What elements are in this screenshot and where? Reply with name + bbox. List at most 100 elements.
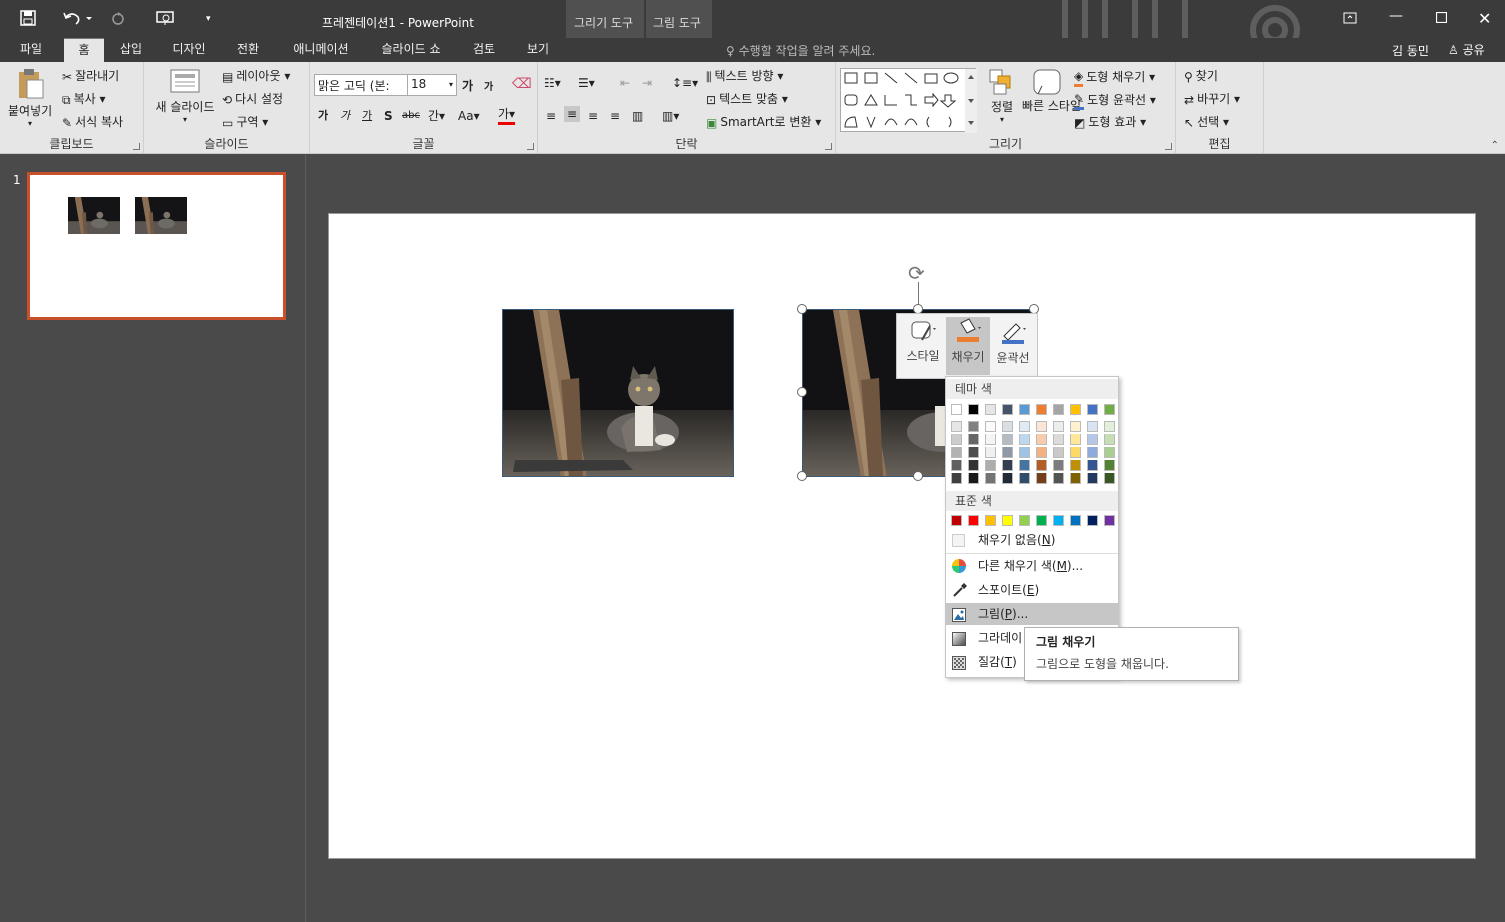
theme-color-variant-swatch[interactable] [1053,434,1064,445]
shape-outline-button[interactable]: ✎ 도형 윤곽선 ▾ [1074,91,1156,110]
theme-color-variant-swatch[interactable] [985,434,996,445]
standard-color-swatch[interactable] [968,515,979,526]
tab-design[interactable]: 디자인 [162,38,216,62]
theme-color-variant-swatch[interactable] [985,447,996,458]
paste-button[interactable]: 붙여넣기 ▾ [8,68,52,128]
theme-color-variant-swatch[interactable] [1036,421,1047,432]
theme-color-variant-swatch[interactable] [1104,473,1115,484]
quick-styles-button[interactable]: 빠른 스타일 [1022,68,1081,113]
standard-color-swatch[interactable] [951,515,962,526]
font-color-button[interactable]: 가▾ [498,106,516,125]
standard-color-swatch[interactable] [1036,515,1047,526]
theme-color-variant-swatch[interactable] [1104,434,1115,445]
standard-color-swatch[interactable] [1053,515,1064,526]
tell-me-box[interactable]: ♀ 수행할 작업을 알려 주세요. [726,42,875,59]
shapes-gallery[interactable] [840,68,977,133]
cut-button[interactable]: ✂ 잘라내기 [62,68,119,85]
bold-button[interactable]: 가 [318,108,328,124]
theme-color-variant-swatch[interactable] [1104,447,1115,458]
slide-thumbnail[interactable] [27,172,286,320]
theme-color-variant-swatch[interactable] [1002,473,1013,484]
standard-color-swatch[interactable] [1019,515,1030,526]
tab-view[interactable]: 보기 [516,38,560,62]
mini-outline-button[interactable]: 윤곽선 [991,318,1035,374]
theme-color-variant-swatch[interactable] [1053,421,1064,432]
theme-color-variant-swatch[interactable] [1002,447,1013,458]
dialog-launcher-icon[interactable] [1165,143,1172,150]
theme-color-variant-swatch[interactable] [985,473,996,484]
theme-color-variant-swatch[interactable] [1019,434,1030,445]
theme-color-variant-swatch[interactable] [968,434,979,445]
replace-button[interactable]: ⇄ 바꾸기 ▾ [1184,91,1240,108]
numbering-button[interactable]: ☰▾ [578,75,595,91]
select-button[interactable]: ↖ 선택 ▾ [1184,114,1229,131]
customize-qat-icon[interactable]: ▾ [206,14,211,24]
theme-color-variant-swatch[interactable] [1104,460,1115,471]
dialog-launcher-icon[interactable] [527,143,534,150]
reset-button[interactable]: ⟲ 다시 설정 [222,91,283,108]
theme-color-variant-swatch[interactable] [968,460,979,471]
theme-color-variant-swatch[interactable] [1019,421,1030,432]
theme-color-variant-swatch[interactable] [1036,460,1047,471]
theme-color-variant-swatch[interactable] [968,447,979,458]
theme-color-variant-swatch[interactable] [951,434,962,445]
align-left-icon[interactable]: ≡ [546,108,556,124]
new-slide-button[interactable]: 새 슬라이드 ▾ [150,68,220,124]
theme-color-variant-swatch[interactable] [1070,434,1081,445]
arrange-button[interactable]: 정렬 ▾ [984,68,1020,124]
resize-handle[interactable] [797,387,807,397]
grow-font-button[interactable]: 가 [462,78,473,94]
align-text-button[interactable]: ⊡ 텍스트 맞춤 ▾ [706,91,788,108]
more-fill-colors-item[interactable]: 다른 채우기 색(M)... [946,555,1118,577]
font-name-combo[interactable]: 맑은 고딕 (본: [314,74,408,96]
no-fill-item[interactable]: 채우기 없음(N) [946,529,1118,551]
theme-color-variant-swatch[interactable] [1053,447,1064,458]
theme-color-variant-swatch[interactable] [1002,421,1013,432]
standard-color-swatch[interactable] [1002,515,1013,526]
tab-file[interactable]: 파일 [8,38,54,62]
theme-color-variant-swatch[interactable] [1036,447,1047,458]
theme-color-variant-swatch[interactable] [1053,460,1064,471]
mini-fill-button[interactable]: 채우기 [946,317,990,375]
theme-color-variant-swatch[interactable] [968,421,979,432]
bullets-button[interactable]: ☷▾ [544,75,561,91]
close-icon[interactable]: ✕ [1478,9,1491,28]
italic-button[interactable]: 가 [340,108,350,124]
shadow-button[interactable]: S [384,108,393,124]
tab-review[interactable]: 검토 [462,38,506,62]
find-button[interactable]: ⚲ 찾기 [1184,68,1218,85]
save-icon[interactable] [20,10,36,29]
decrease-indent-icon[interactable]: ⇤ [620,75,630,91]
tab-home[interactable]: 홈 [64,38,104,62]
user-name[interactable]: 김 동민 [1392,42,1429,59]
theme-color-variant-swatch[interactable] [1070,460,1081,471]
standard-color-swatch[interactable] [1070,515,1081,526]
theme-color-swatch[interactable] [1036,404,1047,415]
theme-color-variant-swatch[interactable] [1087,473,1098,484]
text-direction-button[interactable]: ⫼ 텍스트 방향 ▾ [706,68,783,85]
theme-color-swatch[interactable] [1070,404,1081,415]
tab-insert[interactable]: 삽입 [110,38,152,62]
theme-color-variant-swatch[interactable] [1104,421,1115,432]
tab-transitions[interactable]: 전환 [226,38,270,62]
theme-color-variant-swatch[interactable] [968,473,979,484]
maximize-icon[interactable] [1435,11,1448,26]
theme-color-swatch[interactable] [1104,404,1115,415]
theme-color-variant-swatch[interactable] [1036,473,1047,484]
undo-icon[interactable] [62,9,92,30]
theme-color-swatch[interactable] [1053,404,1064,415]
redo-icon[interactable] [110,10,126,29]
ribbon-display-options-icon[interactable] [1343,12,1357,27]
copy-button[interactable]: ⧉ 복사 ▾ [62,91,106,108]
minimize-icon[interactable]: — [1389,8,1403,24]
shape-effects-button[interactable]: ◩ 도형 효과 ▾ [1074,114,1146,131]
columns-button[interactable]: ▥▾ [662,108,679,124]
clear-formatting-icon[interactable]: ⌫ [512,76,532,92]
layout-button[interactable]: ▤ 레이아웃 ▾ [222,68,290,85]
standard-color-swatch[interactable] [985,515,996,526]
shape-fill-button[interactable]: ◈ 도형 채우기 ▾ [1074,68,1155,87]
distribute-icon[interactable]: ▥ [632,108,643,124]
theme-color-swatch[interactable] [1087,404,1098,415]
smartart-button[interactable]: ▣ SmartArt로 변환 ▾ [706,114,821,131]
theme-color-swatch[interactable] [1019,404,1030,415]
